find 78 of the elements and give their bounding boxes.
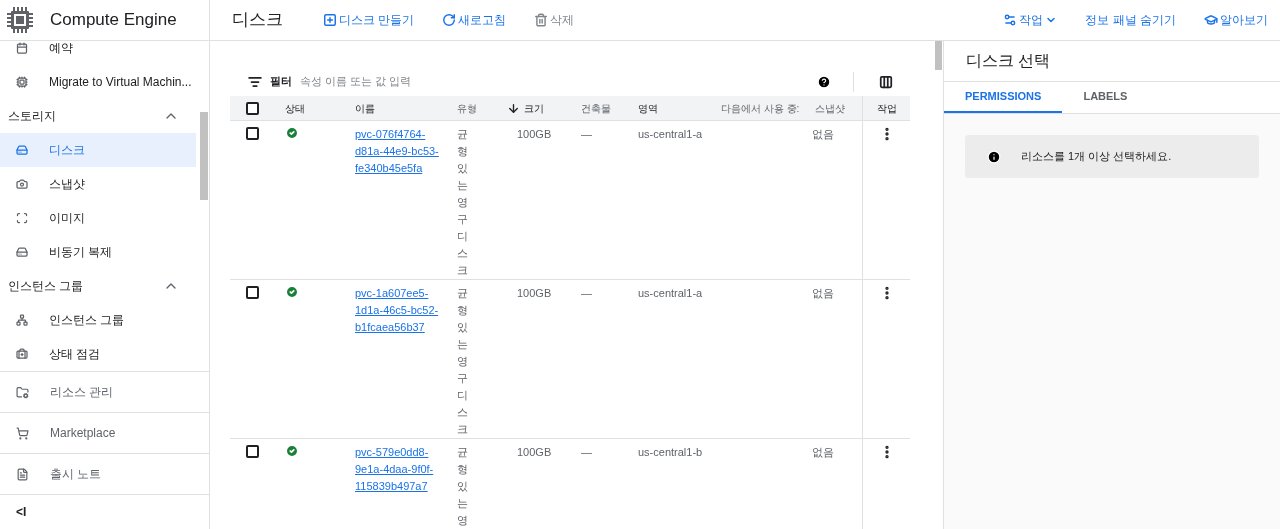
table-cell: 없음 bbox=[812, 287, 834, 299]
column-header[interactable]: 상태 bbox=[285, 100, 305, 116]
info-message: 리소스를 1개 이상 선택하세요. bbox=[1021, 149, 1172, 165]
panel-tab[interactable]: PERMISSIONS bbox=[944, 82, 1063, 113]
column-header[interactable]: 작업 bbox=[877, 100, 897, 116]
column-header[interactable]: 유형 bbox=[457, 100, 477, 116]
sidebar-item[interactable]: 스냅샷 bbox=[0, 167, 196, 201]
disk-link[interactable]: pvc-076f4764-d81a-44e9-bc53-fe340b45e5fa bbox=[355, 126, 447, 177]
chip-icon bbox=[6, 6, 34, 34]
table-cell: 없음 bbox=[812, 446, 834, 458]
info-icon bbox=[987, 149, 1001, 164]
cart-icon bbox=[16, 426, 29, 440]
filter-label: 필터 bbox=[270, 74, 292, 90]
sidebar-link[interactable]: Marketplace bbox=[0, 412, 209, 453]
sidebar-item[interactable]: 디스크 bbox=[0, 133, 196, 167]
column-header[interactable]: 건축물 bbox=[581, 100, 611, 116]
panel-tab[interactable]: LABELS bbox=[1062, 82, 1149, 113]
medical-kit-icon bbox=[16, 348, 28, 360]
app-title: Compute Engine bbox=[50, 9, 177, 32]
scrollbar-thumb[interactable] bbox=[200, 112, 208, 200]
camera-icon bbox=[16, 178, 28, 190]
folder-gear-icon bbox=[16, 385, 29, 399]
table-cell: — bbox=[581, 287, 592, 299]
disk-link[interactable]: pvc-1a607ee5-1d1a-46c5-bc52-b1fcaea56b37 bbox=[355, 285, 447, 336]
column-header[interactable]: 스냅샷 bbox=[815, 100, 845, 116]
sidebar-item[interactable]: 이미지 bbox=[0, 201, 196, 235]
header-button[interactable]: 작업 bbox=[1003, 11, 1058, 29]
table-cell-text: us-central1-a bbox=[638, 286, 704, 301]
sidebar-item[interactable]: 인스턴스 그룹 bbox=[0, 303, 196, 337]
header-button[interactable]: 정보 패널 숨기기 bbox=[1085, 11, 1176, 29]
column-header[interactable]: 이름 bbox=[355, 100, 375, 116]
sidebar-item[interactable]: 비동기 복제 bbox=[0, 235, 196, 269]
sidebar-section[interactable]: 인스턴스 그룹 bbox=[0, 269, 209, 303]
help-icon[interactable] bbox=[817, 74, 831, 89]
sidebar-link[interactable]: 출시 노트 bbox=[0, 453, 209, 494]
frame-icon bbox=[16, 212, 28, 224]
sidebar-section[interactable]: 스토리지 bbox=[0, 99, 209, 133]
table-cell: — bbox=[581, 446, 592, 458]
row-checkbox[interactable] bbox=[246, 445, 259, 458]
panel-title: 디스크 선택 bbox=[966, 51, 1051, 71]
table-cell-text: 균형 있는 영 bbox=[457, 445, 468, 528]
column-header[interactable]: 영역 bbox=[638, 100, 658, 116]
table-cell: 없음 bbox=[812, 128, 834, 140]
toolbar-button[interactable]: 디스크 만들기 bbox=[323, 11, 415, 29]
row-checkbox[interactable] bbox=[246, 286, 259, 299]
sidebar-item[interactable]: 예약 bbox=[0, 41, 196, 65]
refresh-icon bbox=[442, 13, 457, 27]
chip-icon bbox=[16, 76, 28, 88]
table-cell-text: 균형 있는 영구 디스크 bbox=[457, 127, 468, 278]
calendar-icon bbox=[16, 42, 28, 54]
table-cell-text: us-central1-a bbox=[638, 127, 704, 142]
column-header[interactable]: 크기 bbox=[524, 100, 544, 116]
trash-icon bbox=[534, 13, 549, 27]
table-cell: 100GB bbox=[517, 128, 552, 140]
table-cell: — bbox=[581, 128, 592, 140]
collapse-button[interactable]: <I bbox=[16, 503, 27, 521]
header-button[interactable]: 알아보기 bbox=[1204, 11, 1268, 29]
table-cell-text: 균형 있는 영구 디스크 bbox=[457, 286, 468, 437]
row-checkbox[interactable] bbox=[246, 127, 259, 140]
document-icon bbox=[16, 467, 29, 481]
sidebar-item[interactable]: Migrate to Virtual Machin... bbox=[0, 65, 196, 99]
network-icon bbox=[16, 314, 28, 326]
table-cell: 100GB bbox=[517, 446, 552, 458]
page-title: 디스크 bbox=[232, 9, 283, 32]
toolbar-button[interactable]: 새로고침 bbox=[442, 11, 507, 29]
filter-field[interactable]: 속성 이름 또는 값 입력 bbox=[300, 73, 600, 90]
filter-icon bbox=[248, 74, 262, 89]
column-header[interactable]: 다음에서 사용 중: bbox=[721, 100, 800, 116]
table-cell: 100GB bbox=[517, 287, 552, 299]
columns-icon[interactable] bbox=[879, 74, 893, 89]
plus-icon bbox=[323, 13, 337, 27]
sidebar-link[interactable]: 리소스 관리 bbox=[0, 371, 209, 412]
disk-link[interactable]: pvc-579e0dd8-9e1a-4daa-9f0f-115839b497a7 bbox=[355, 444, 447, 495]
sidebar-item[interactable]: 상태 점검 bbox=[0, 337, 196, 371]
select-all-checkbox[interactable] bbox=[246, 101, 259, 115]
graduation-cap-icon bbox=[1204, 13, 1218, 27]
table-cell-text: us-central1-b bbox=[638, 445, 704, 460]
scrollbar-thumb[interactable] bbox=[935, 41, 942, 70]
